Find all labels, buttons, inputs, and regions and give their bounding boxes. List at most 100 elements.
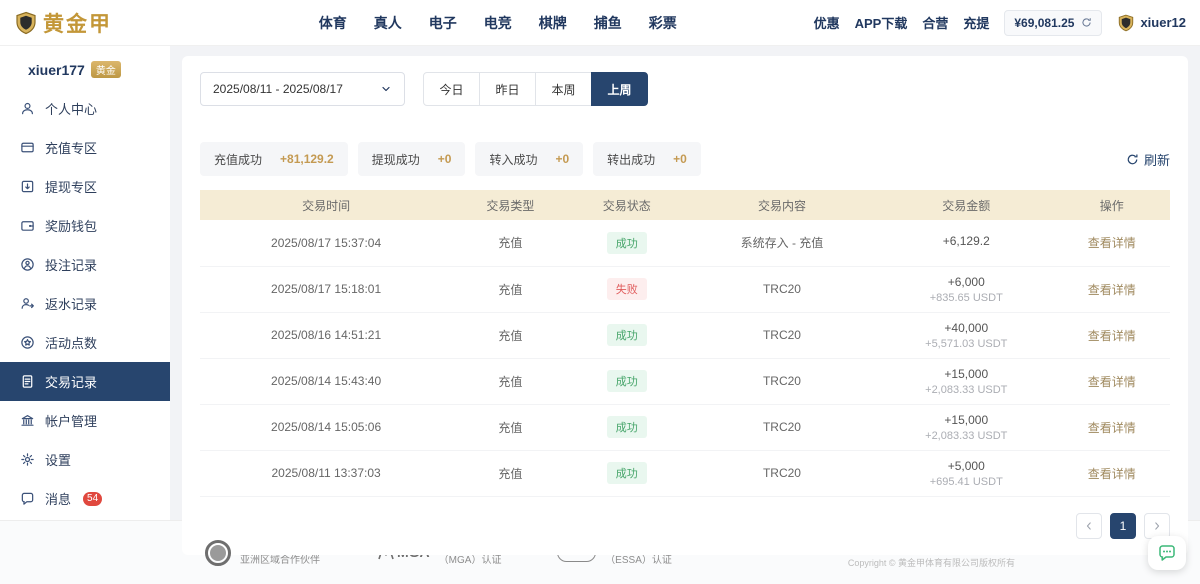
customer-service-button[interactable] (1148, 536, 1186, 570)
col-type: 交易类型 (452, 190, 568, 220)
sidebar-item-reward-wallet[interactable]: 奖励钱包 (0, 206, 170, 245)
status-badge: 成功 (607, 370, 647, 392)
link-promos[interactable]: 优惠 (814, 13, 840, 32)
sidebar-item-activity-points[interactable]: 活动点数 (0, 323, 170, 362)
club-logo-icon (205, 540, 231, 566)
col-time: 交易时间 (200, 190, 452, 220)
summary-deposit-success: 充值成功 +81,129.2 (200, 142, 348, 176)
view-details-link[interactable]: 查看详情 (1088, 329, 1136, 343)
tab-last-week[interactable]: 上周 (591, 72, 648, 106)
cell-type: 充值 (452, 358, 568, 404)
brand-name: 黄金甲 (43, 8, 112, 38)
sidebar-item-deposit[interactable]: 充值专区 (0, 128, 170, 167)
sidebar-item-label: 返水记录 (45, 294, 97, 313)
status-badge: 成功 (607, 462, 647, 484)
sidebar-item-label: 奖励钱包 (45, 216, 97, 235)
date-range-select[interactable]: 2025/08/11 - 2025/08/17 (200, 72, 405, 106)
status-badge: 成功 (607, 416, 647, 438)
view-details-link[interactable]: 查看详情 (1088, 421, 1136, 435)
status-badge: 成功 (607, 232, 647, 254)
partner-line2: 亚洲区域合作伙伴 (240, 553, 330, 569)
view-details-link[interactable]: 查看详情 (1088, 375, 1136, 389)
sidebar-item-withdraw[interactable]: 提现专区 (0, 167, 170, 206)
cell-content: 系统存入 - 充值 (685, 220, 879, 266)
tab-yesterday[interactable]: 昨日 (479, 72, 536, 106)
summary-value: +81,129.2 (280, 152, 334, 166)
tab-this-week[interactable]: 本周 (535, 72, 592, 106)
transactions-card: 2025/08/11 - 2025/08/17 今日 昨日 本周 上周 充值成功… (182, 56, 1188, 555)
prev-page-button[interactable] (1076, 513, 1102, 539)
wallet-icon (20, 218, 35, 233)
brand-logo[interactable]: 黄金甲 (14, 8, 182, 38)
content-area: 2025/08/11 - 2025/08/17 今日 昨日 本周 上周 充值成功… (170, 46, 1200, 520)
table-row: 2025/08/14 15:43:40 充值 成功 TRC20 +15,000+… (200, 358, 1170, 404)
date-quick-tabs: 今日 昨日 本周 上周 (423, 72, 648, 106)
cell-amount-usdt: +5,571.03 USDT (879, 338, 1054, 350)
summary-withdraw-success: 提现成功 +0 (358, 142, 466, 176)
view-details-link[interactable]: 查看详情 (1088, 467, 1136, 481)
sidebar-item-transaction-records[interactable]: 交易记录 (0, 362, 170, 401)
summary-transfer-out-success: 转出成功 +0 (593, 142, 701, 176)
nav-live[interactable]: 真人 (374, 13, 402, 33)
transactions-table: 交易时间 交易类型 交易状态 交易内容 交易金额 操作 2025/08/17 1… (200, 190, 1170, 497)
view-details-link[interactable]: 查看详情 (1088, 283, 1136, 297)
summary-value: +0 (555, 152, 569, 166)
sidebar-item-label: 活动点数 (45, 333, 97, 352)
message-count-badge: 54 (83, 492, 102, 506)
main-nav: 体育 真人 电子 电竞 棋牌 捕鱼 彩票 (319, 13, 677, 33)
cell-amount: +40,000 (879, 321, 1054, 335)
balance-amount: ¥69,081.25 (1014, 16, 1074, 30)
cell-time: 2025/08/17 15:18:01 (200, 266, 452, 312)
link-affiliate[interactable]: 合营 (922, 13, 948, 32)
nav-slots[interactable]: 电子 (429, 13, 457, 33)
next-page-button[interactable] (1144, 513, 1170, 539)
cell-time: 2025/08/16 14:51:21 (200, 312, 452, 358)
col-action: 操作 (1054, 190, 1170, 220)
sidebar-item-messages[interactable]: 消息 54 (0, 479, 170, 518)
sidebar-item-rebate-records[interactable]: 返水记录 (0, 284, 170, 323)
sidebar-item-label: 交易记录 (45, 372, 97, 391)
table-row: 2025/08/11 13:37:03 充值 成功 TRC20 +5,000+6… (200, 450, 1170, 496)
refresh-button[interactable]: 刷新 (1126, 150, 1170, 169)
link-deposit-withdraw[interactable]: 充提 (963, 13, 989, 32)
date-range-value: 2025/08/11 - 2025/08/17 (213, 82, 343, 96)
sidebar-item-personal-center[interactable]: 个人中心 (0, 89, 170, 128)
sidebar-item-settings[interactable]: 设置 (0, 440, 170, 479)
nav-cards[interactable]: 棋牌 (539, 13, 567, 33)
table-row: 2025/08/16 14:51:21 充值 成功 TRC20 +40,000+… (200, 312, 1170, 358)
sidebar-item-bet-records[interactable]: 投注记录 (0, 245, 170, 284)
points-star-icon (20, 335, 35, 350)
sidebar-item-account-management[interactable]: 帐户管理 (0, 401, 170, 440)
vip-badge: 黄金 (91, 61, 121, 78)
nav-fishing[interactable]: 捕鱼 (594, 13, 622, 33)
nav-esports[interactable]: 电竞 (484, 13, 512, 33)
table-row: 2025/08/17 15:18:01 充值 失败 TRC20 +6,000+8… (200, 266, 1170, 312)
link-app-download[interactable]: APP下载 (855, 13, 908, 32)
user-chip[interactable]: xiuer12 (1117, 14, 1186, 32)
cell-amount: +5,000 (879, 459, 1054, 473)
nav-lottery[interactable]: 彩票 (649, 13, 677, 33)
rebate-icon (20, 296, 35, 311)
cell-amount-usdt: +695.41 USDT (879, 476, 1054, 488)
brand-shield-icon (14, 11, 38, 35)
sidebar: xiuer177 黄金 个人中心 充值专区 提现专区 奖励钱包 投注记录 返水记… (0, 46, 170, 520)
cell-content: TRC20 (685, 266, 879, 312)
balance-pill[interactable]: ¥69,081.25 (1004, 10, 1102, 36)
chat-bubble-icon (1157, 543, 1177, 563)
header-username: xiuer12 (1140, 15, 1186, 30)
chevron-left-icon (1084, 521, 1094, 531)
top-header: 黄金甲 体育 真人 电子 电竞 棋牌 捕鱼 彩票 优惠 APP下载 合营 充提 … (0, 0, 1200, 46)
col-content: 交易内容 (685, 190, 879, 220)
refresh-icon (1126, 153, 1139, 166)
page-1-button[interactable]: 1 (1110, 513, 1136, 539)
cell-amount: +15,000 (879, 367, 1054, 381)
cell-content: TRC20 (685, 358, 879, 404)
bank-icon (20, 413, 35, 428)
nav-sports[interactable]: 体育 (319, 13, 347, 33)
view-details-link[interactable]: 查看详情 (1088, 236, 1136, 250)
tab-today[interactable]: 今日 (423, 72, 480, 106)
sidebar-item-label: 设置 (45, 450, 71, 469)
status-badge: 失败 (607, 278, 647, 300)
cell-time: 2025/08/11 13:37:03 (200, 450, 452, 496)
cell-amount-usdt: +2,083.33 USDT (879, 384, 1054, 396)
